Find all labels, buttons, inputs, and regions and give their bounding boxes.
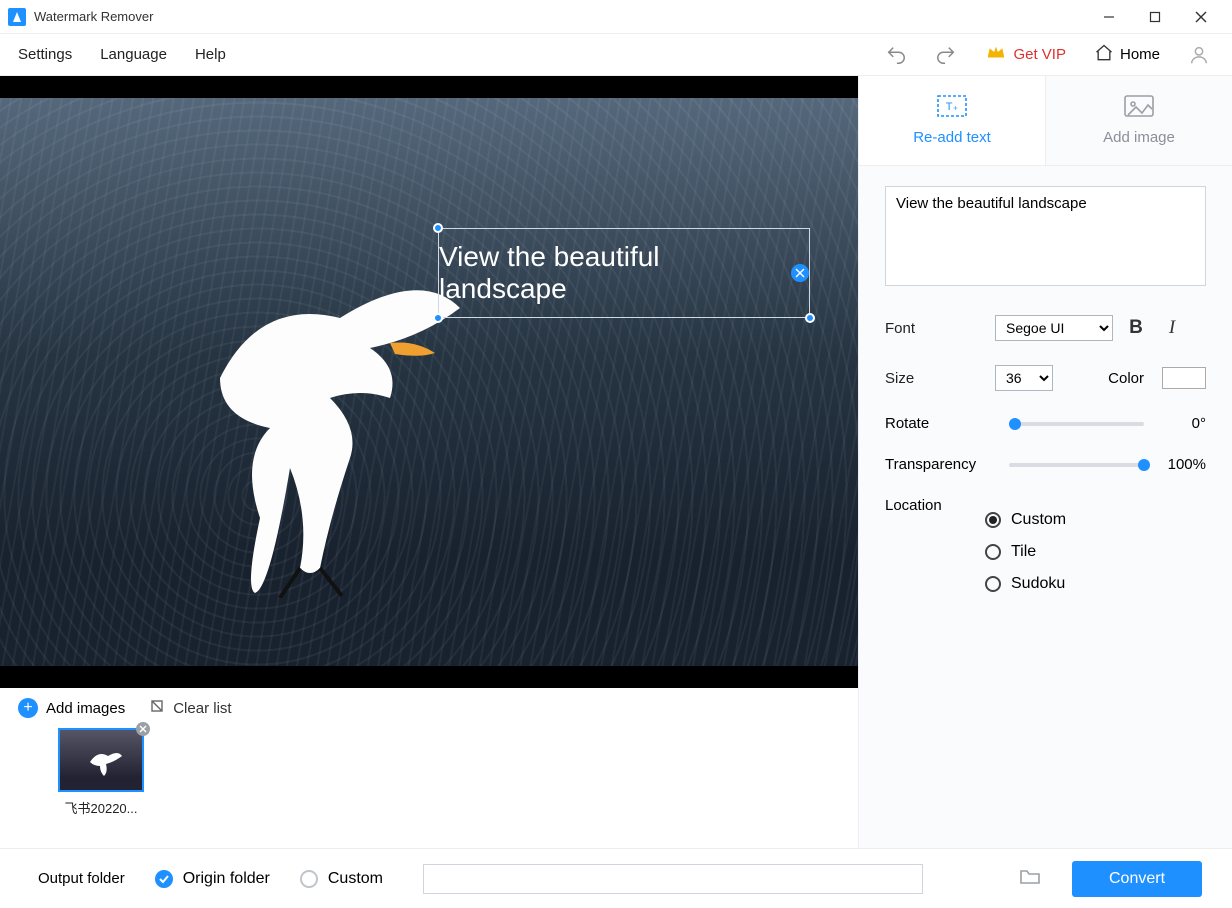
clear-list-label: Clear list <box>173 700 231 717</box>
transparency-slider[interactable] <box>1009 463 1144 467</box>
plus-icon: + <box>18 698 38 718</box>
watermark-text-box[interactable]: View the beautiful landscape <box>438 228 810 318</box>
home-icon <box>1094 43 1114 67</box>
app-title: Watermark Remover <box>34 9 153 24</box>
radio-custom-folder[interactable]: Custom <box>300 870 383 888</box>
transparency-value: 100% <box>1158 456 1206 473</box>
bird-graphic <box>160 258 480 598</box>
side-panel: T₊ Re-add text Add image Font Segoe UI B… <box>858 76 1232 848</box>
convert-button[interactable]: Convert <box>1072 861 1202 897</box>
radio-location-tile[interactable]: Tile <box>985 543 1206 561</box>
account-button[interactable] <box>1178 34 1220 76</box>
menu-help[interactable]: Help <box>181 38 240 71</box>
radio-origin-folder[interactable]: Origin folder <box>155 870 270 888</box>
thumbnail-remove-icon[interactable] <box>136 722 150 736</box>
add-images-button[interactable]: + Add images <box>18 698 125 718</box>
add-images-label: Add images <box>46 700 125 717</box>
footer-bar: Output folder Origin folder Custom Conve… <box>0 848 1232 908</box>
menu-language[interactable]: Language <box>86 38 181 71</box>
radio-icon <box>985 512 1001 528</box>
home-button[interactable]: Home <box>1084 43 1170 67</box>
vip-label: Get VIP <box>1013 46 1066 63</box>
redo-button[interactable] <box>925 34 967 76</box>
bold-button[interactable]: B <box>1123 315 1149 341</box>
radio-icon <box>985 544 1001 560</box>
location-label: Location <box>885 497 985 607</box>
tab-readd-text[interactable]: T₊ Re-add text <box>859 76 1046 165</box>
tab-text-label: Re-add text <box>913 129 991 146</box>
rotate-value: 0° <box>1158 415 1206 432</box>
app-logo-icon <box>8 8 26 26</box>
menu-bar: Settings Language Help Get VIP Home <box>0 34 1232 76</box>
thumbnail-item[interactable]: 飞书20220... <box>58 728 144 817</box>
origin-folder-label: Origin folder <box>183 870 270 888</box>
check-on-icon <box>155 870 173 888</box>
canvas-view[interactable]: View the beautiful landscape <box>0 76 858 688</box>
output-path-input[interactable] <box>423 864 923 894</box>
radio-location-custom[interactable]: Custom <box>985 511 1206 529</box>
rotate-label: Rotate <box>885 415 995 432</box>
check-off-icon <box>300 870 318 888</box>
clear-icon <box>149 698 165 718</box>
radio-location-sudoku[interactable]: Sudoku <box>985 575 1206 593</box>
minimize-button[interactable] <box>1086 0 1132 34</box>
text-icon: T₊ <box>937 95 967 121</box>
resize-handle-br[interactable] <box>805 313 815 323</box>
tab-image-label: Add image <box>1103 129 1175 146</box>
size-select[interactable]: 36 <box>995 365 1053 391</box>
tab-add-image[interactable]: Add image <box>1046 76 1232 165</box>
menu-settings[interactable]: Settings <box>4 38 86 71</box>
thumbnail-name: 飞书20220... <box>58 798 144 817</box>
maximize-button[interactable] <box>1132 0 1178 34</box>
transparency-label: Transparency <box>885 456 995 473</box>
radio-icon <box>985 576 1001 592</box>
custom-folder-label: Custom <box>328 870 383 888</box>
watermark-delete-icon[interactable] <box>791 264 809 282</box>
color-swatch[interactable] <box>1162 367 1206 389</box>
italic-button[interactable]: I <box>1159 315 1185 341</box>
home-label: Home <box>1120 46 1160 63</box>
resize-handle-tl[interactable] <box>433 223 443 233</box>
title-bar: Watermark Remover <box>0 0 1232 34</box>
thumbnail-image <box>58 728 144 792</box>
color-label: Color <box>1108 370 1144 387</box>
get-vip-button[interactable]: Get VIP <box>975 41 1076 68</box>
image-icon <box>1124 95 1154 121</box>
watermark-text-input[interactable] <box>885 186 1206 286</box>
font-label: Font <box>885 320 985 337</box>
radio-label: Custom <box>1011 511 1066 529</box>
close-button[interactable] <box>1178 0 1224 34</box>
watermark-text: View the beautiful landscape <box>439 241 791 305</box>
crown-icon <box>985 41 1007 68</box>
size-label: Size <box>885 370 985 387</box>
undo-button[interactable] <box>875 34 917 76</box>
svg-text:T₊: T₊ <box>946 101 959 113</box>
output-folder-label: Output folder <box>38 870 125 887</box>
thumbnail-bar: + Add images Clear list 飞书20220... <box>0 688 858 848</box>
radio-label: Tile <box>1011 543 1036 561</box>
rotate-slider[interactable] <box>1009 422 1144 426</box>
image-preview: View the beautiful landscape <box>0 98 858 666</box>
font-select[interactable]: Segoe UI <box>995 315 1113 341</box>
radio-label: Sudoku <box>1011 575 1065 593</box>
clear-list-button[interactable]: Clear list <box>149 698 231 718</box>
resize-handle-bl[interactable] <box>433 313 443 323</box>
browse-folder-button[interactable] <box>1018 864 1042 893</box>
